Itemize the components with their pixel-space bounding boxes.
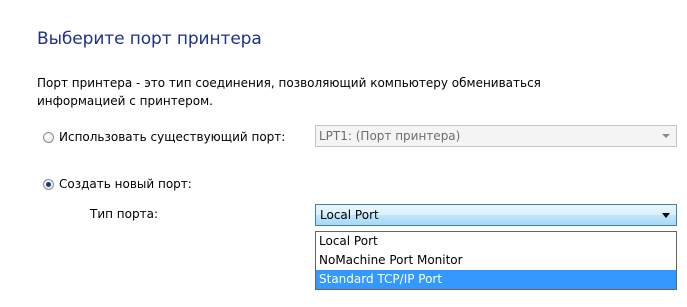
- description-text: Порт принтера - это тип соединения, позв…: [37, 76, 541, 108]
- page-title: Выберите порт принтера: [37, 29, 262, 49]
- port-type-label: Тип порта:: [90, 207, 158, 221]
- create-new-port-label: Создать новый порт:: [59, 177, 192, 191]
- add-printer-port-page: Выберите порт принтера Порт принтера - э…: [0, 0, 687, 307]
- use-existing-port-label: Использовать существующий порт:: [59, 130, 286, 144]
- port-type-option-nomachine[interactable]: NoMachine Port Monitor: [316, 251, 676, 270]
- port-type-option-local-port[interactable]: Local Port: [316, 232, 676, 251]
- port-type-dropdown-list: Local Port NoMachine Port Monitor Standa…: [315, 231, 677, 290]
- create-new-port-option[interactable]: Создать новый порт:: [43, 175, 192, 193]
- port-type-value: Local Port: [320, 208, 379, 222]
- create-new-port-radio[interactable]: [43, 178, 54, 190]
- existing-port-value: LPT1: (Порт принтера): [319, 129, 461, 143]
- use-existing-port-option[interactable]: Использовать существующий порт:: [43, 126, 285, 148]
- port-type-option-standard-tcpip[interactable]: Standard TCP/IP Port: [316, 270, 676, 289]
- use-existing-port-radio[interactable]: [43, 131, 54, 143]
- chevron-down-icon[interactable]: [662, 213, 670, 218]
- chevron-down-icon: [662, 134, 670, 138]
- port-type-combobox[interactable]: Local Port: [315, 204, 677, 226]
- existing-port-combobox: LPT1: (Порт принтера): [315, 125, 677, 147]
